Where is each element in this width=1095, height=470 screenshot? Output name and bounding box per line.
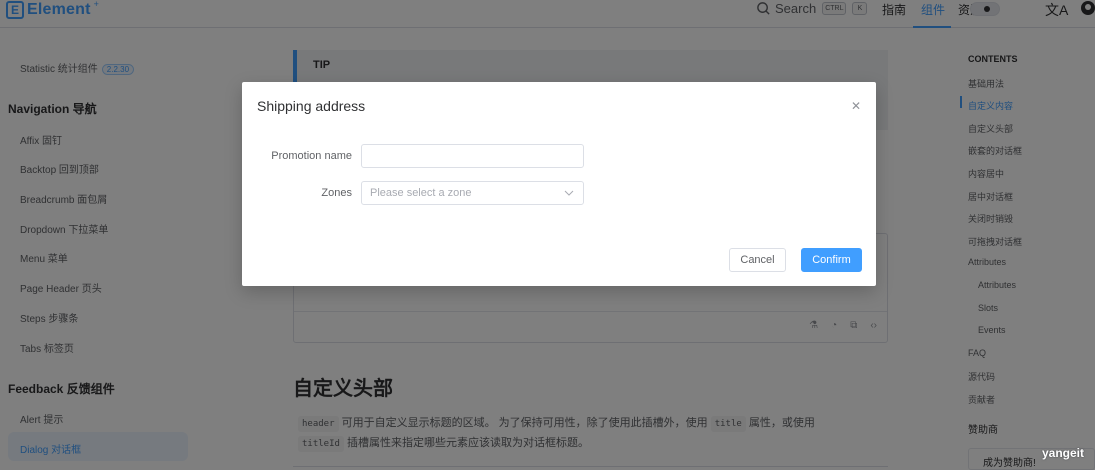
confirm-button[interactable]: Confirm: [801, 248, 862, 272]
zones-select[interactable]: Please select a zone: [361, 181, 584, 205]
zones-label: Zones: [321, 187, 352, 199]
shipping-address-dialog: Shipping address ✕ Promotion name Zones …: [242, 82, 876, 286]
chevron-down-icon: [564, 190, 574, 196]
watermark-text: yangeit: [1042, 446, 1085, 460]
promotion-name-label: Promotion name: [271, 150, 352, 162]
close-icon[interactable]: ✕: [848, 98, 864, 114]
cancel-button[interactable]: Cancel: [729, 248, 786, 272]
dialog-title: Shipping address: [257, 98, 366, 114]
promotion-name-input[interactable]: [361, 144, 584, 168]
zones-select-placeholder: Please select a zone: [370, 187, 472, 199]
